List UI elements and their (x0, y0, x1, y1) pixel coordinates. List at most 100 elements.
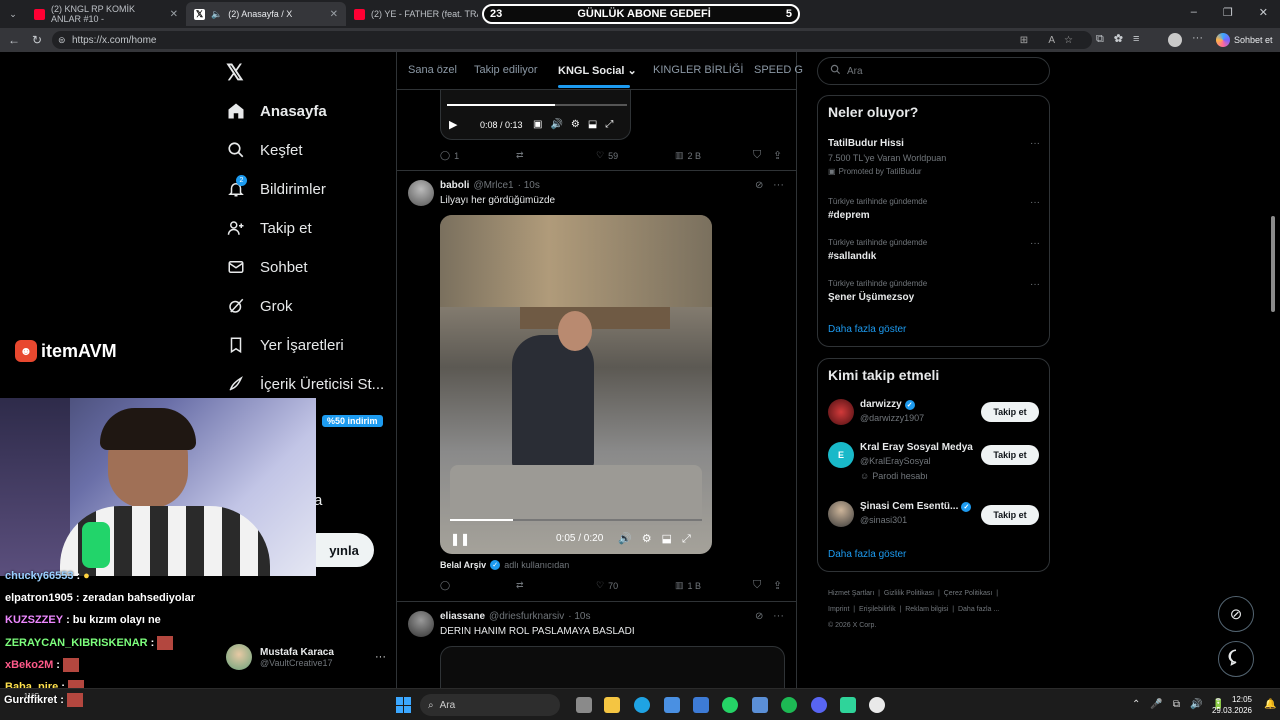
sidebar-item-home[interactable]: Anasayfa (226, 96, 327, 126)
tab-kingler-birligi[interactable]: KINGLER BİRLİĞİ (653, 64, 743, 76)
x-logo-icon[interactable]: 𝕏 (226, 60, 244, 86)
url-field[interactable]: ⊜ https://x.com/home ⊞ A☆ (52, 31, 1092, 49)
sidebar-item-creator-studio[interactable]: İçerik Üreticisi St... (226, 369, 384, 399)
store-icon[interactable] (664, 697, 680, 713)
more-options-icon[interactable]: ··· (375, 651, 386, 663)
more-options-icon[interactable]: ··· (1030, 138, 1040, 149)
bookmark-icon[interactable]: ⛉ (753, 579, 761, 592)
file-explorer-icon[interactable] (604, 697, 620, 713)
sidebar-item-grok[interactable]: Grok (226, 291, 293, 321)
minimize-icon[interactable]: – (1191, 6, 1197, 19)
video-source[interactable]: Belal Arşiv ✓ adlı kullanıcıdan (440, 560, 569, 570)
pause-icon[interactable]: ❚❚ (450, 532, 470, 546)
whatsapp-icon[interactable] (722, 697, 738, 713)
tab-for-you[interactable]: Sana özel (408, 64, 457, 76)
more-options-icon[interactable]: ··· (773, 610, 784, 622)
like-button[interactable]: ♡ 70 (596, 580, 618, 591)
app-icon[interactable] (752, 697, 768, 713)
taskbar-search[interactable]: ⌕ Ara (420, 694, 560, 716)
views-button[interactable]: ▥ 1 B (675, 580, 701, 591)
video-progress-track[interactable] (447, 104, 627, 106)
follow-button[interactable]: Takip et (981, 505, 1039, 525)
avatar[interactable] (408, 611, 434, 637)
follow-button[interactable]: Takip et (981, 445, 1039, 465)
more-options-icon[interactable]: ··· (1030, 238, 1040, 249)
reply-button[interactable]: ◯ 1 (440, 150, 459, 161)
emote-icon (66, 693, 83, 707)
tab-kngl-social[interactable]: KNGL Social ⌄ (558, 64, 637, 77)
more-options-icon[interactable]: ··· (773, 179, 784, 191)
video-player[interactable]: ❚❚ 0:05 / 0:20 🔊⚙⬓⤢ (440, 215, 712, 554)
avatar[interactable] (408, 180, 434, 206)
post-header: baboli @Mrlce1 · 10s (440, 180, 540, 191)
close-tab-icon[interactable]: ✕ (170, 9, 178, 20)
show-more-trends-link[interactable]: Daha fazla göster (828, 324, 906, 335)
video-progress-track[interactable] (450, 519, 702, 521)
show-more-follow-link[interactable]: Daha fazla göster (828, 549, 906, 560)
taskbar-clock[interactable]: 12:05 29.03.2026 (1210, 694, 1252, 716)
share-icon[interactable]: ⇪ (773, 149, 782, 162)
browser-tab-1[interactable]: (2) KNGL RP KOMİK ANLAR #10 - ✕ (26, 2, 186, 26)
more-options-icon[interactable]: ··· (1030, 197, 1040, 208)
spotify-icon[interactable] (781, 697, 797, 713)
back-icon[interactable]: ← (8, 33, 20, 47)
discord-icon[interactable] (811, 697, 827, 713)
trend-item[interactable]: Türkiye tarihinde gündemde Şener Üşümezs… (828, 279, 1040, 303)
site-info-icon[interactable]: ⊜ (58, 35, 66, 46)
sidebar-item-follow[interactable]: Takip et (226, 213, 312, 243)
sidebar-item-notifications[interactable]: 2 Bildirimler (226, 174, 326, 204)
toolbar-icons[interactable]: ⧉✿≡ (1096, 33, 1149, 46)
trend-item-promoted[interactable]: TatilBudur Hissi 7.500 TL'ye Varan World… (828, 138, 1040, 176)
post-media[interactable] (440, 646, 785, 688)
app-icon[interactable] (869, 697, 885, 713)
edge-icon[interactable] (634, 697, 650, 713)
url-actions[interactable]: ⊞ A☆ (1020, 35, 1082, 46)
follow-button[interactable]: Takip et (981, 402, 1039, 422)
search-input[interactable]: Ara (817, 57, 1050, 85)
copilot-chat-button[interactable]: Sohbet et (1216, 32, 1273, 48)
windows-taskbar: Gurdfikret: 11°C ⌕ Ara ⌃🎤⧉🔊🔋 12:05 29.03.… (0, 688, 1280, 720)
trend-item[interactable]: Türkiye tarihinde gündemde #deprem ··· (828, 197, 1040, 221)
reply-icon[interactable]: ◯ (440, 580, 450, 591)
app-icon[interactable] (840, 697, 856, 713)
bookmark-icon[interactable]: ⛉ (753, 149, 761, 162)
messages-floating-button[interactable] (1218, 641, 1254, 677)
profile-avatar[interactable] (1168, 33, 1182, 47)
more-options-icon[interactable]: ··· (1030, 279, 1040, 290)
video-controls-icons[interactable]: 🔊⚙⬓⤢ (618, 532, 701, 546)
tab-following[interactable]: Takip ediliyor (474, 64, 538, 76)
task-view-icon[interactable] (576, 697, 592, 713)
repost-icon[interactable]: ⇄ (516, 580, 524, 591)
maximize-icon[interactable]: ❐ (1223, 6, 1233, 19)
grok-floating-button[interactable]: ⊘ (1218, 596, 1254, 632)
sidebar-item-bookmarks[interactable]: Yer İşaretleri (226, 330, 344, 360)
browser-tab-3[interactable]: (2) YE - FATHER (feat. TRAVIS SCO (346, 2, 486, 26)
page-scrollbar[interactable] (1270, 56, 1276, 684)
trend-item[interactable]: Türkiye tarihinde gündemde #sallandık ··… (828, 238, 1040, 262)
browser-tab-2[interactable]: 𝕏 🔈 (2) Anasayfa / X ✕ (186, 2, 346, 26)
views-icon: ▥ (675, 150, 684, 160)
share-icon[interactable]: ⇪ (773, 579, 782, 592)
views-button[interactable]: ▥ 2 B (675, 150, 701, 161)
sidebar-item-messages[interactable]: Sohbet (226, 252, 308, 282)
tab-speed[interactable]: SPEED G (754, 64, 803, 76)
video-player-top[interactable]: ▶ 0:08 / 0:13 ▣🔊⚙⬓⤢ (440, 90, 631, 140)
more-menu-icon[interactable]: ··· (1192, 32, 1203, 44)
speaker-icon[interactable]: 🔈 (211, 9, 222, 20)
tab-list-button[interactable]: ⌄ (4, 2, 22, 26)
mail-app-icon[interactable] (693, 697, 709, 713)
video-controls-icons[interactable]: ▣🔊⚙⬓⤢ (533, 119, 621, 130)
close-window-icon[interactable]: ✕ (1259, 6, 1268, 19)
scrollbar-thumb[interactable] (1271, 216, 1275, 312)
repost-icon[interactable]: ⇄ (516, 150, 524, 161)
grok-icon[interactable]: ⊘ (755, 180, 763, 191)
windows-start-icon[interactable] (396, 697, 412, 713)
like-button[interactable]: ♡ 59 (596, 150, 618, 161)
reload-icon[interactable]: ↻ (32, 33, 42, 47)
play-icon[interactable]: ▶ (449, 118, 457, 131)
close-tab-icon[interactable]: ✕ (330, 9, 338, 20)
account-switcher[interactable]: Mustafa Karaca @VaultCreative17 ··· (226, 640, 386, 674)
grok-icon[interactable]: ⊘ (755, 611, 763, 622)
sidebar-item-explore[interactable]: Keşfet (226, 135, 303, 165)
notification-bell-icon[interactable]: 🔔 (1264, 699, 1276, 710)
